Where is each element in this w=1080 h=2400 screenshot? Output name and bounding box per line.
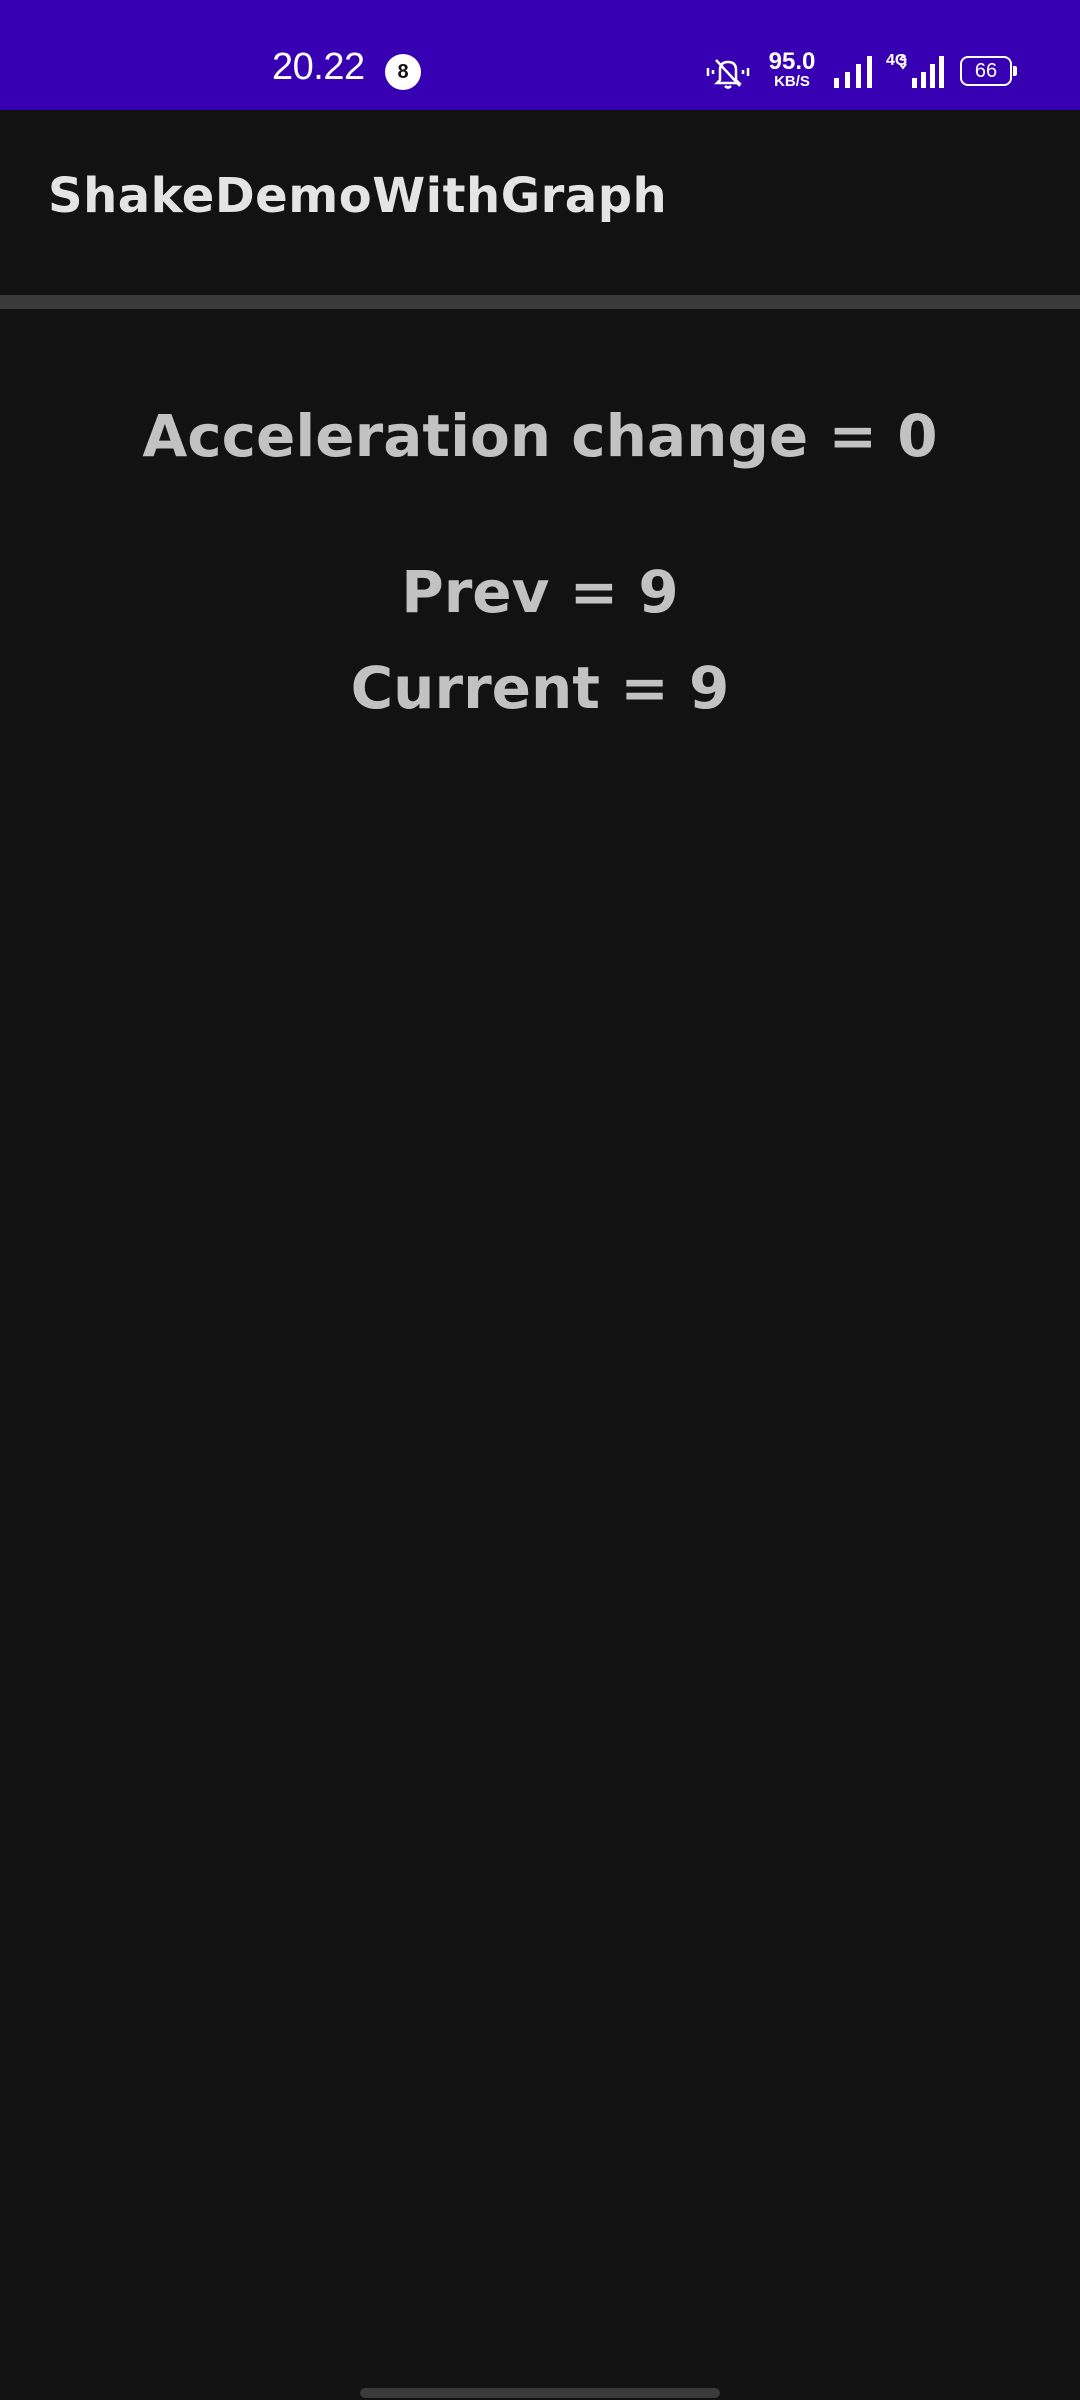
signal-strength-icon — [834, 56, 872, 88]
gesture-nav-handle[interactable] — [360, 2388, 720, 2398]
network-speed-value: 95.0 — [768, 48, 816, 75]
status-time: 20.22 — [272, 46, 365, 88]
previous-value-text: Prev = 9 — [401, 558, 679, 626]
app-screen: 20.22 8 95.0 KB/S 4G 66 ShakeDemoWithGra… — [0, 0, 1080, 2400]
current-value-text: Current = 9 — [350, 654, 730, 722]
silent-bell-icon — [706, 59, 750, 89]
mobile-data-signal-icon — [899, 54, 944, 88]
network-speed-unit: KB/S — [774, 73, 810, 90]
network-speed: 95.0 KB/S — [762, 50, 822, 90]
app-bar-divider — [0, 295, 1080, 309]
acceleration-change-text: Acceleration change = 0 — [142, 402, 938, 470]
battery-icon: 66 — [960, 56, 1017, 86]
app-bar: ShakeDemoWithGraph — [0, 110, 1080, 295]
app-title: ShakeDemoWithGraph — [48, 168, 668, 224]
status-bar: 20.22 8 95.0 KB/S 4G 66 — [0, 0, 1080, 110]
notification-count-badge: 8 — [385, 54, 421, 90]
battery-level: 66 — [974, 60, 998, 82]
